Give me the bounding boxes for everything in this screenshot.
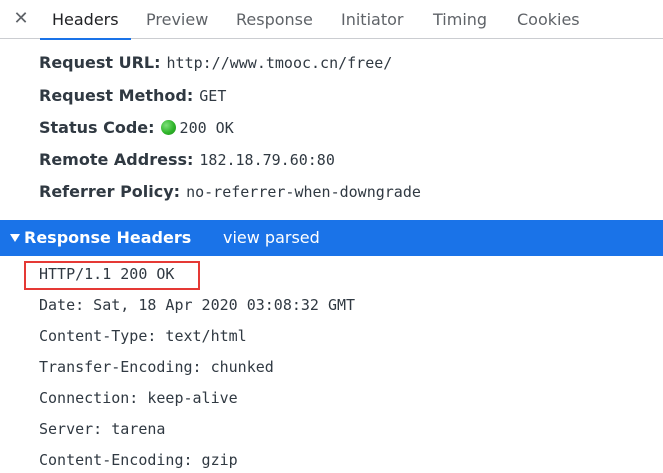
tab-headers[interactable]: Headers	[40, 0, 131, 40]
response-header-line: Transfer-Encoding: chunked	[39, 358, 274, 376]
status-line-highlight-box	[24, 261, 200, 290]
response-header-line: Server: tarena	[39, 420, 166, 438]
referrer-policy-label: Referrer Policy:	[39, 182, 181, 201]
request-url-value: http://www.tmooc.cn/free/	[166, 54, 393, 72]
request-url-label: Request URL:	[39, 53, 161, 72]
general-row-request-url: Request URL: http://www.tmooc.cn/free/	[39, 50, 392, 76]
referrer-policy-value: no-referrer-when-downgrade	[186, 183, 421, 201]
tab-timing[interactable]: Timing	[433, 0, 487, 39]
response-headers-section-header[interactable]: Response Headers view parsed	[0, 220, 663, 256]
tab-initiator[interactable]: Initiator	[341, 0, 403, 39]
status-code-label: Status Code:	[39, 118, 155, 137]
tab-bar: ✕ Headers Preview Response Initiator Tim…	[0, 0, 663, 40]
remote-address-value: 182.18.79.60:80	[199, 151, 335, 169]
response-header-line: Content-Type: text/html	[39, 327, 247, 345]
close-icon[interactable]: ✕	[13, 8, 29, 30]
response-header-line: Date: Sat, 18 Apr 2020 03:08:32 GMT	[39, 296, 356, 314]
view-parsed-link[interactable]: view parsed	[223, 220, 320, 256]
remote-address-label: Remote Address:	[39, 150, 194, 169]
response-header-line: Connection: keep-alive	[39, 389, 238, 407]
status-ok-icon	[160, 120, 176, 135]
tab-cookies[interactable]: Cookies	[517, 0, 580, 39]
expand-triangle-icon[interactable]	[10, 234, 20, 242]
tab-response[interactable]: Response	[236, 0, 313, 39]
response-headers-title[interactable]: Response Headers	[24, 220, 191, 256]
general-row-referrer-policy: Referrer Policy: no-referrer-when-downgra…	[39, 179, 421, 205]
response-header-line: Content-Encoding: gzip	[39, 451, 238, 469]
tab-preview[interactable]: Preview	[146, 0, 208, 39]
general-row-remote-address: Remote Address: 182.18.79.60:80	[39, 147, 335, 173]
general-row-status-code: Status Code: 200 OK	[39, 115, 234, 141]
request-method-label: Request Method:	[39, 86, 194, 105]
status-code-value: 200 OK	[179, 119, 234, 137]
general-row-request-method: Request Method: GET	[39, 83, 226, 109]
request-method-value: GET	[199, 87, 227, 105]
